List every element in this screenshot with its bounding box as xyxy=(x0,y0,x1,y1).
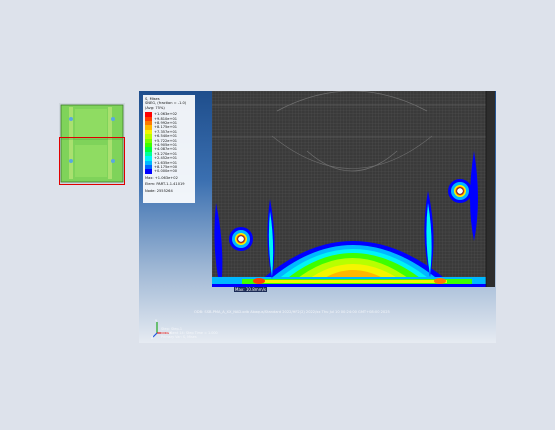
legend-elem: Elem: PART-1-1.41019 xyxy=(145,182,185,187)
legend-value: +0.000e+00 xyxy=(154,169,178,174)
thumbnail-selection-box[interactable] xyxy=(59,137,125,185)
model-thumbnail[interactable] xyxy=(59,103,125,185)
graphics-viewport[interactable]: S, Mises SNEG, (fraction = -1.0) (Avg: 7… xyxy=(139,91,496,343)
legend-values: +1.063e+02 +9.810e+01 +8.992e+01 +8.175e+01… xyxy=(154,112,177,173)
legend-averaging: (Avg: 75%) xyxy=(145,105,165,110)
fe-mesh-contour-plot[interactable] xyxy=(212,91,495,287)
legend-value: +6.540e+01 xyxy=(154,134,178,139)
legend-value: +1.063e+02 xyxy=(154,112,178,117)
contour-legend: S, Mises SNEG, (fraction = -1.0) (Avg: 7… xyxy=(143,95,195,203)
legend-node: Node: 2555264 xyxy=(145,188,173,193)
legend-color-bar xyxy=(145,112,152,174)
step-info-line-3: Primary Var: S, Mises xyxy=(161,335,197,339)
legend-swatch xyxy=(145,169,152,174)
legend-max: Max: +1.063e+02 xyxy=(145,175,178,180)
odb-status-line: ODB: SSB-PMA_A_XX_NAD.odb Abaqus/Standar… xyxy=(194,310,390,314)
max-node-label: Max: 10.8mm/s xyxy=(234,287,268,292)
legend-value: +2.452e+01 xyxy=(154,156,178,161)
step-info: Step: Step-1 Increment 14: Step Time = 1… xyxy=(161,327,218,339)
